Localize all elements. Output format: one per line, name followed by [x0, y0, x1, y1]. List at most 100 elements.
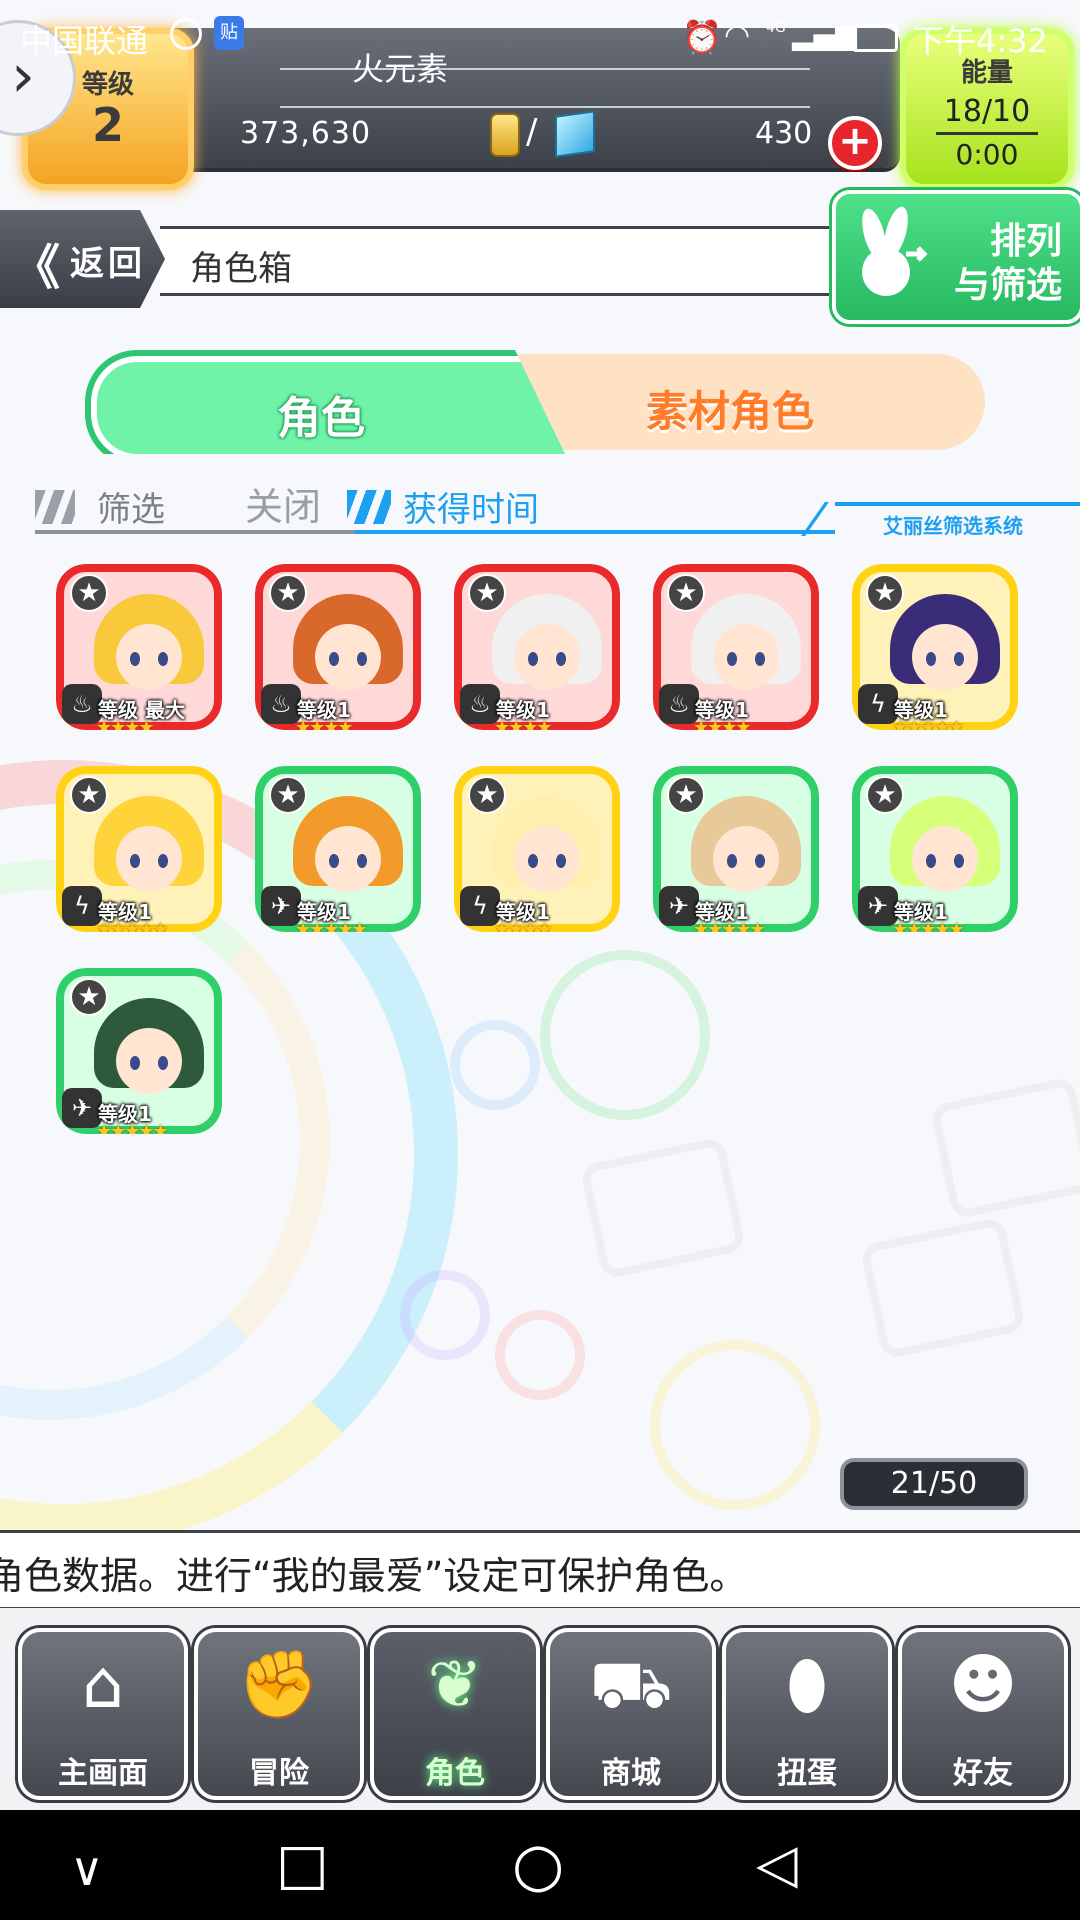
rarity-stars: ★★★★	[494, 717, 553, 730]
home-icon: ⌂	[82, 1646, 124, 1723]
wifi-icon: ◠	[724, 18, 751, 53]
tab-characters[interactable]: 角色	[85, 350, 565, 454]
gold-count: 373,630	[240, 116, 372, 151]
gold-coin-icon	[490, 113, 520, 157]
bg-thunder-emblem	[650, 1340, 820, 1510]
character-card[interactable]: ★ ϟ 等级1 ★★★★★	[56, 766, 222, 932]
nav-bunny-button[interactable]: ❦ 角色	[370, 1628, 540, 1800]
nav-egg-button[interactable]: ⬮ 扭蛋	[722, 1628, 892, 1800]
status-bar: 中国联通 贴 ⏰ ◠ 4G ▂▄▆ 下午4:32	[0, 0, 1080, 72]
energy-value: 18/10	[943, 94, 1031, 129]
character-card[interactable]: ★ ♨ 等级 最大 ★★★★	[56, 564, 222, 730]
favorite-star-icon[interactable]: ★	[667, 776, 705, 814]
rarity-stars: ★★★★	[96, 717, 155, 730]
filter-system-label: 艾丽丝筛选系统	[883, 514, 1023, 538]
rarity-stars: ★★★★★	[892, 919, 965, 932]
system-navigation-bar: ∨ □ ○ ◁	[0, 1810, 1080, 1920]
energy-timer: 0:00	[955, 138, 1019, 171]
nav-home-button[interactable]: ⌂ 主画面	[18, 1628, 188, 1800]
bg-panel	[929, 1076, 1080, 1220]
rarity-stars: ★★★★	[494, 919, 553, 932]
bunny-icon	[862, 206, 928, 296]
bg-water-emblem	[450, 1020, 540, 1110]
stripe-decoration	[35, 490, 75, 524]
rarity-stars: ★★★★★	[96, 919, 169, 932]
double-chevron-left-icon: 《	[12, 240, 61, 296]
favorite-star-icon[interactable]: ★	[667, 574, 705, 612]
add-gems-button[interactable]: +	[828, 116, 882, 170]
rarity-stars: ★★★★★	[892, 717, 965, 730]
sort-order-label[interactable]: 获得时间	[403, 482, 539, 531]
rarity-stars: ★★★★	[295, 717, 354, 730]
nav-cart-button[interactable]: ⛟ 商城	[546, 1628, 716, 1800]
character-card[interactable]: ★ ♨ 等级1 ★★★★	[454, 564, 620, 730]
carrier-name: 中国联通	[20, 22, 149, 60]
favorite-star-icon[interactable]: ★	[468, 776, 506, 814]
character-card[interactable]: ★ ✈ 等级1 ★★★★★	[255, 766, 421, 932]
collapse-icon[interactable]: ∨	[70, 1842, 104, 1896]
bg-dark-emblem	[400, 1270, 490, 1360]
nav-label: 好友	[953, 1756, 1013, 1791]
character-card[interactable]: ★ ϟ 等级1 ★★★★	[454, 766, 620, 932]
stopwatch-icon	[170, 18, 202, 50]
nav-handshake-button[interactable]: ✊ 冒险	[194, 1628, 364, 1800]
help-message: 角色数据。进行“我的最爱”设定可保护角色。	[0, 1554, 748, 1598]
rarity-stars: ★★★★	[693, 717, 752, 730]
box-capacity-counter: 21/50	[840, 1458, 1028, 1510]
favorite-star-icon[interactable]: ★	[70, 776, 108, 814]
bg-panel	[579, 1136, 747, 1280]
gem-icon	[555, 110, 595, 158]
bg-ring	[0, 860, 330, 1420]
favorite-star-icon[interactable]: ★	[70, 574, 108, 612]
category-tabs: 素材角色 角色	[85, 350, 1005, 462]
bg-panel	[859, 1216, 1027, 1360]
nav-label: 角色	[425, 1756, 485, 1791]
recent-apps-icon[interactable]: □	[276, 1832, 329, 1897]
tab-label: 角色	[277, 393, 365, 444]
battery-icon	[852, 24, 898, 52]
divider	[835, 502, 1080, 506]
bg-fire-emblem	[495, 1310, 585, 1400]
nav-friends-button[interactable]: ☻ 好友	[898, 1628, 1068, 1800]
character-card[interactable]: ★ ✈ 等级1 ★★★★★	[653, 766, 819, 932]
network-type: 4G	[766, 20, 786, 36]
filter-label: 与筛选	[953, 265, 1062, 306]
home-icon[interactable]: ○	[512, 1830, 564, 1900]
egg-icon: ⬮	[786, 1646, 828, 1723]
divider	[280, 106, 810, 108]
bunny-icon: ❦	[427, 1646, 483, 1723]
help-message-bar: 角色数据。进行“我的最爱”设定可保护角色。	[0, 1530, 1080, 1610]
divider	[35, 530, 355, 534]
status-icons: ⏰ ◠ 4G ▂▄▆	[682, 18, 902, 56]
rarity-stars: ★★★★★	[295, 919, 368, 932]
character-card[interactable]: ★ ♨ 等级1 ★★★★	[653, 564, 819, 730]
gem-count: 430	[755, 116, 813, 151]
character-card[interactable]: ★ ✈ 等级1 ★★★★★	[56, 968, 222, 1134]
page-title: 角色箱	[190, 249, 292, 289]
sort-filter-button[interactable]: 排列 与筛选	[832, 190, 1080, 324]
character-card[interactable]: ★ ✈ 等级1 ★★★★★	[852, 766, 1018, 932]
back-icon[interactable]: ◁	[756, 1832, 798, 1895]
friends-icon: ☻	[948, 1646, 1018, 1723]
favorite-star-icon[interactable]: ★	[866, 574, 904, 612]
divider	[355, 530, 835, 534]
character-card[interactable]: ★ ϟ 等级1 ★★★★★	[852, 564, 1018, 730]
favorite-star-icon[interactable]: ★	[70, 978, 108, 1016]
back-button[interactable]: 《 返回	[0, 210, 165, 308]
character-card[interactable]: ★ ♨ 等级1 ★★★★	[255, 564, 421, 730]
nav-label: 商城	[601, 1756, 661, 1791]
favorite-star-icon[interactable]: ★	[866, 776, 904, 814]
back-label: 返回	[70, 244, 146, 284]
bg-wind-emblem	[540, 950, 710, 1120]
favorite-star-icon[interactable]: ★	[468, 574, 506, 612]
rarity-stars: ★★★★★	[96, 1121, 169, 1134]
favorite-star-icon[interactable]: ★	[269, 776, 307, 814]
cart-icon: ⛟	[589, 1646, 673, 1723]
filter-row: 筛选 关闭 获得时间 艾丽丝筛选系统	[35, 476, 1080, 538]
handshake-icon: ✊	[237, 1646, 321, 1723]
favorite-star-icon[interactable]: ★	[269, 574, 307, 612]
nav-label: 冒险	[249, 1756, 309, 1791]
filter-toggle-label[interactable]: 筛选	[97, 482, 165, 531]
filter-state[interactable]: 关闭	[245, 476, 321, 531]
nav-label: 主画面	[58, 1756, 148, 1791]
